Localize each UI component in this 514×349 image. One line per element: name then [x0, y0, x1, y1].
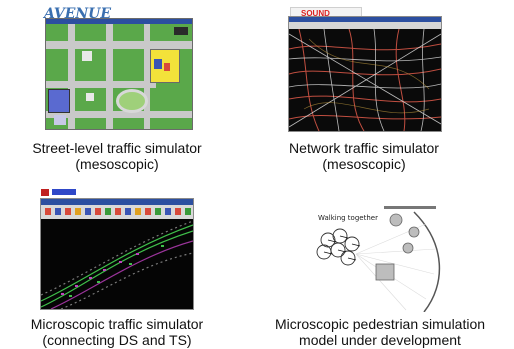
network-simulator-screenshot — [288, 16, 442, 132]
street-simulator-screenshot — [45, 18, 193, 130]
pedestrian-diagram: Walking together — [296, 204, 446, 312]
window-menubar — [289, 22, 441, 29]
app-icon — [41, 189, 49, 196]
caption-street-line1: Street-level traffic simulator — [32, 140, 202, 156]
caption-network-line2: (mesoscopic) — [322, 156, 406, 172]
window-title-mark — [52, 189, 76, 195]
caption-pedestrian-line1: Microscopic pedestrian simulation — [274, 316, 486, 332]
microscopic-simulator-screenshot — [40, 198, 194, 310]
caption-micro-line1: Microscopic traffic simulator — [30, 316, 204, 332]
caption-pedestrian-line2: model under development — [299, 332, 461, 348]
caption-street-line2: (mesoscopic) — [75, 156, 159, 172]
caption-network-line1: Network traffic simulator — [289, 140, 439, 156]
highway-view — [41, 220, 193, 309]
window-toolbar — [41, 205, 193, 219]
network-map — [289, 29, 441, 131]
walking-together-label: Walking together — [318, 214, 378, 222]
caption-micro-line2: (connecting DS and TS) — [42, 332, 192, 348]
